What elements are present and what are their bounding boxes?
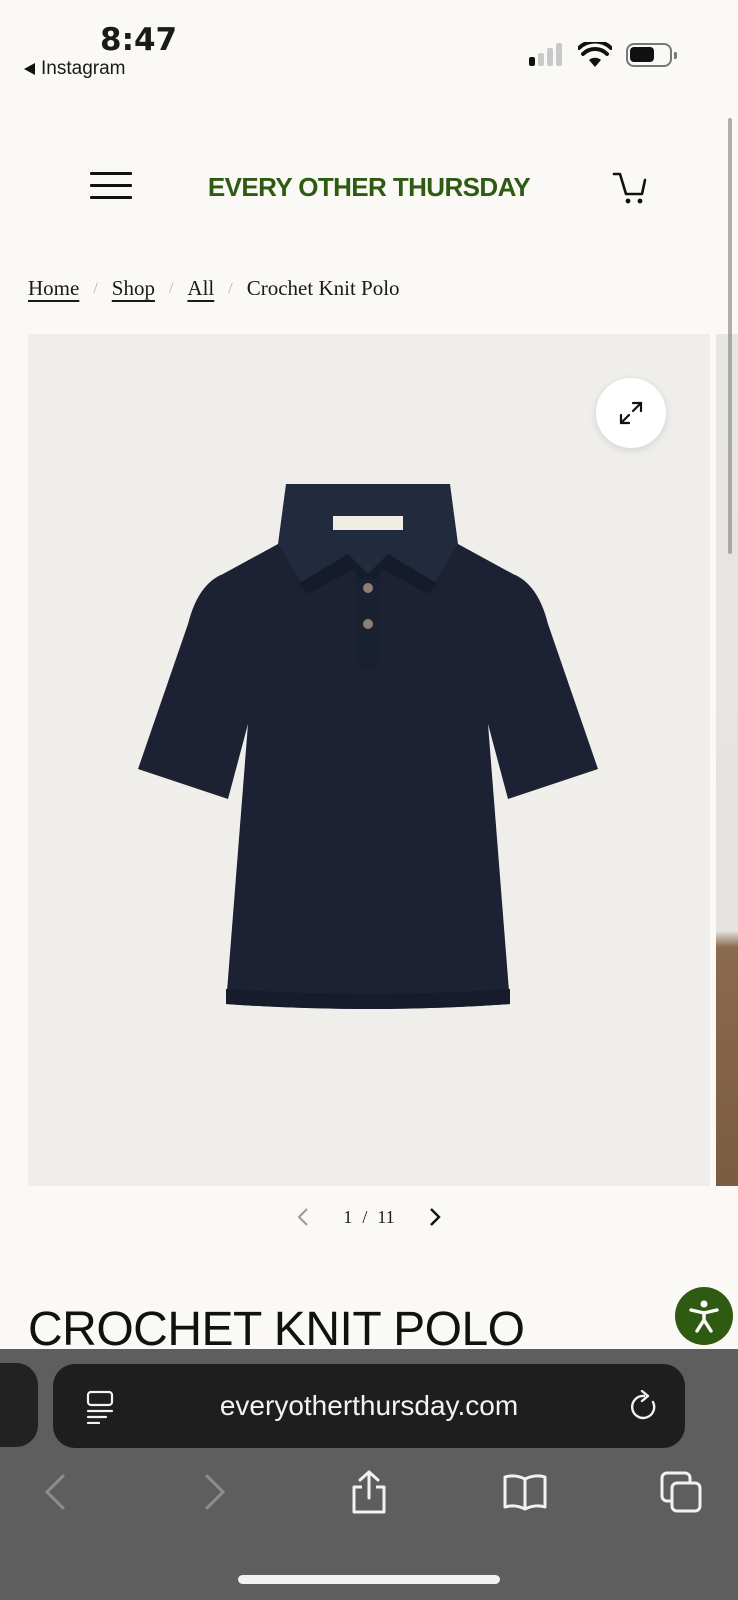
next-image-button[interactable] (423, 1205, 447, 1229)
image-counter: 1 / 11 (343, 1207, 394, 1228)
breadcrumb-all[interactable]: All (187, 276, 214, 301)
breadcrumb-separator: / (93, 279, 98, 297)
chevron-right-icon (205, 1474, 226, 1510)
browser-toolbar (0, 1467, 738, 1527)
chevron-left-icon (297, 1208, 309, 1226)
browser-back-button[interactable] (30, 1467, 80, 1517)
address-url: everyotherthursday.com (219, 1390, 519, 1421)
chevron-left-icon (44, 1474, 65, 1510)
back-arrow-icon (24, 63, 35, 75)
battery-icon (626, 43, 677, 67)
cellular-signal-icon (529, 42, 562, 66)
breadcrumb-home[interactable]: Home (28, 276, 79, 301)
expand-image-button[interactable] (596, 378, 666, 448)
next-image-peek[interactable] (716, 334, 738, 1186)
address-bar[interactable]: everyotherthursday.com (53, 1364, 685, 1448)
reload-icon[interactable] (629, 1390, 659, 1422)
expand-icon (619, 401, 643, 425)
page-scrollbar[interactable] (728, 118, 732, 554)
accessibility-icon (689, 1300, 719, 1333)
breadcrumb-separator: / (168, 279, 174, 297)
browser-bottom-bar: everyotherthursday.com (0, 1349, 738, 1600)
tabs-button[interactable] (656, 1467, 706, 1517)
home-indicator[interactable] (238, 1575, 500, 1584)
cart-icon[interactable] (612, 170, 648, 206)
tabs-icon (660, 1471, 702, 1513)
back-to-app-link[interactable]: Instagram (24, 58, 125, 80)
image-counter-separator: / (362, 1206, 368, 1227)
breadcrumb-current: Crochet Knit Polo (246, 276, 400, 300)
product-image-gallery[interactable] (28, 334, 710, 1186)
total-image-count: 11 (377, 1206, 395, 1227)
share-button[interactable] (344, 1467, 394, 1517)
status-bar: 8:47 Instagram (0, 0, 738, 90)
bookmarks-icon (503, 1474, 547, 1511)
current-image-number: 1 (343, 1206, 353, 1227)
breadcrumb-shop[interactable]: Shop (112, 276, 155, 301)
previous-tab-peek[interactable] (0, 1363, 38, 1447)
browser-forward-button[interactable] (190, 1467, 240, 1517)
share-icon (352, 1470, 386, 1514)
gallery-pager: 1 / 11 (0, 1205, 738, 1229)
accessibility-button[interactable] (675, 1287, 733, 1345)
breadcrumb-separator: / (228, 279, 233, 297)
status-time: 8:47 (100, 22, 178, 58)
reader-icon[interactable] (85, 1390, 117, 1424)
bookmarks-button[interactable] (500, 1467, 550, 1517)
chevron-right-icon (429, 1208, 441, 1226)
previous-image-button[interactable] (291, 1205, 315, 1229)
product-image (138, 484, 598, 1009)
wifi-icon (578, 42, 612, 67)
back-app-label: Instagram (41, 58, 126, 79)
breadcrumb: Home / Shop / All / Crochet Knit Polo (28, 276, 400, 301)
